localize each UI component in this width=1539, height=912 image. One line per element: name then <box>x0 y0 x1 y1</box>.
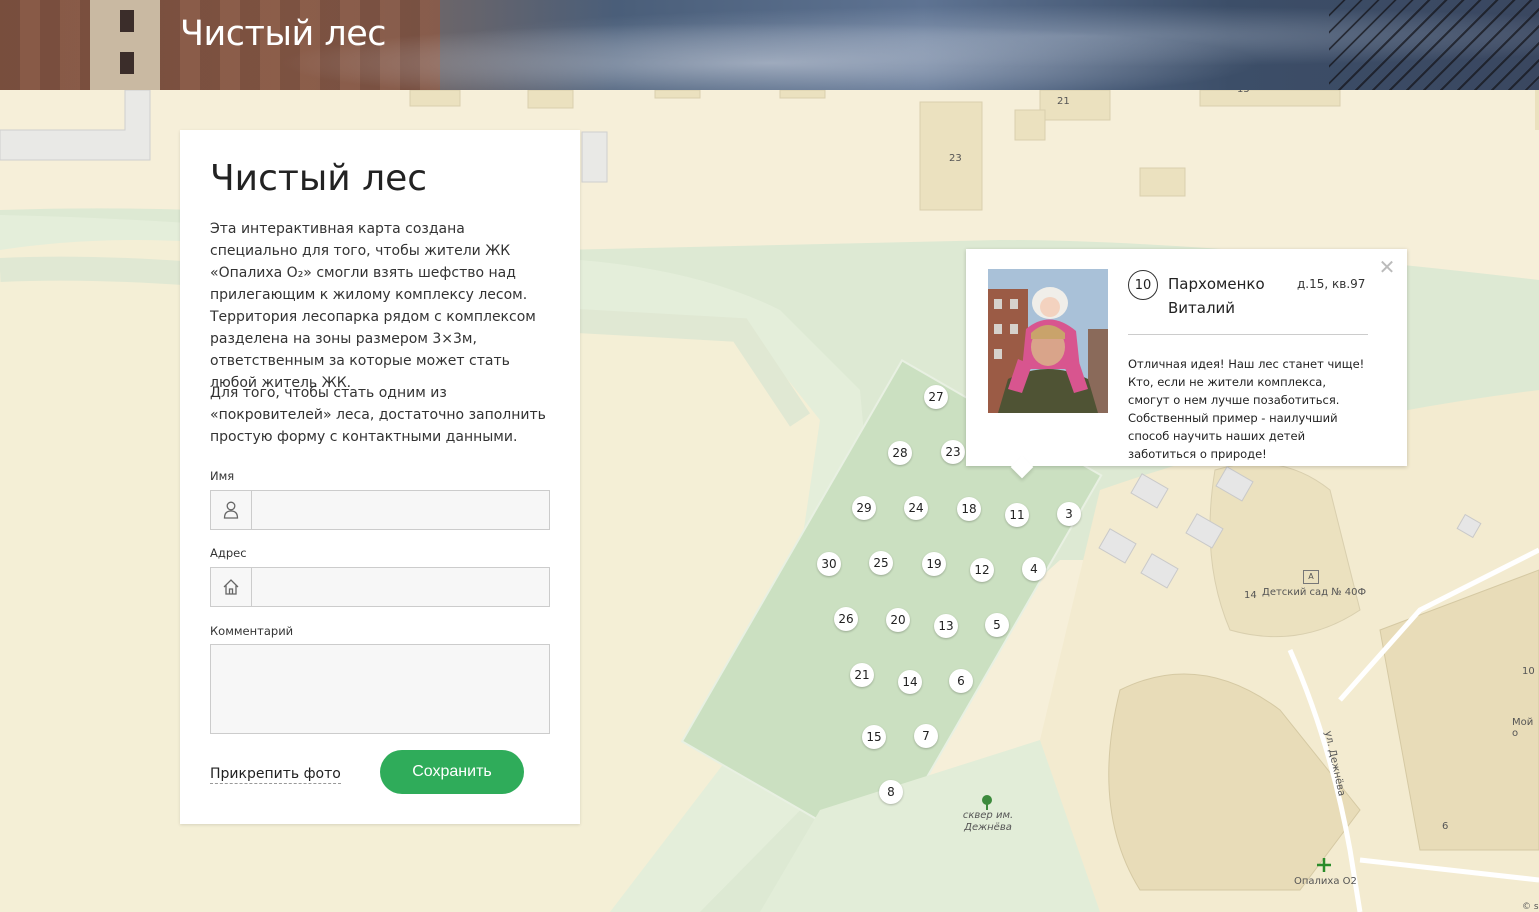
zone-marker[interactable]: 5 <box>985 613 1009 637</box>
comment-label: Комментарий <box>210 624 294 638</box>
zone-marker[interactable]: 24 <box>904 496 928 520</box>
zone-marker[interactable]: 19 <box>922 552 946 576</box>
zone-marker[interactable]: 11 <box>1005 503 1029 527</box>
owner-photo <box>988 269 1108 413</box>
attach-photo-link[interactable]: Прикрепить фото <box>210 766 341 784</box>
owner-address: д.15, кв.97 <box>1297 277 1366 291</box>
zone-marker[interactable]: 4 <box>1022 557 1046 581</box>
address-label: Адрес <box>210 546 247 560</box>
zone-marker[interactable]: 21 <box>850 663 874 687</box>
zone-marker[interactable]: 25 <box>869 551 893 575</box>
site-title[interactable]: Чистый лес <box>180 14 387 54</box>
park-label[interactable]: сквер им. Дежнёва <box>962 810 1014 834</box>
zone-marker[interactable]: 15 <box>862 725 886 749</box>
zone-marker[interactable]: 3 <box>1057 502 1081 526</box>
building-number: 10 <box>1522 666 1535 677</box>
zone-owner-popup: ✕ 10 Пархоменко Виталий д.15, кв.97 Отли… <box>966 249 1407 479</box>
station-label[interactable]: Опалиха О2 <box>1294 876 1357 887</box>
zone-marker[interactable]: 14 <box>898 670 922 694</box>
kindergarten-label[interactable]: Детский сад № 40Ф <box>1262 587 1366 598</box>
map-label: Мой о <box>1512 717 1534 739</box>
name-input[interactable] <box>252 491 549 529</box>
zone-marker[interactable]: 28 <box>888 441 912 465</box>
popup-divider <box>1128 334 1368 335</box>
owner-comment: Отличная идея! Наш лес станет чище! Кто,… <box>1128 357 1365 461</box>
name-label: Имя <box>210 469 235 483</box>
zone-marker[interactable]: 13 <box>934 614 958 638</box>
building-number: 14 <box>1244 590 1257 601</box>
comment-input[interactable] <box>211 645 549 733</box>
intro-text: Эта интерактивная карта создана специаль… <box>210 221 536 391</box>
building-number: 15 <box>1237 90 1250 95</box>
building-number: 21 <box>1057 96 1070 107</box>
zone-marker[interactable]: 26 <box>834 607 858 631</box>
name-field[interactable] <box>210 490 550 530</box>
zone-marker[interactable]: 23 <box>941 440 965 464</box>
address-field[interactable] <box>210 567 550 607</box>
zone-marker[interactable]: 7 <box>914 724 938 748</box>
info-form-panel: Чистый лес Эта интерактивная карта созда… <box>180 130 580 824</box>
zone-number-badge: 10 <box>1128 270 1158 300</box>
address-input[interactable] <box>252 568 549 606</box>
header-crane-image <box>1329 0 1539 90</box>
intro-text-2: Для того, чтобы стать одним из «покровит… <box>210 385 546 445</box>
zone-marker[interactable]: 6 <box>949 669 973 693</box>
owner-name: Пархоменко Виталий <box>1168 275 1265 317</box>
zone-marker[interactable]: 29 <box>852 496 876 520</box>
zone-marker[interactable]: 18 <box>957 497 981 521</box>
header-banner: Чистый лес <box>0 0 1539 90</box>
zone-marker[interactable]: 20 <box>886 608 910 632</box>
zone-marker[interactable]: 8 <box>879 780 903 804</box>
save-button[interactable]: Сохранить <box>380 750 524 794</box>
home-icon <box>211 568 252 606</box>
zone-marker[interactable]: 27 <box>924 385 948 409</box>
person-icon <box>211 491 252 529</box>
map-copyright[interactable]: © s <box>1522 902 1539 912</box>
zone-marker[interactable]: 30 <box>817 552 841 576</box>
zone-marker[interactable]: 12 <box>970 558 994 582</box>
close-icon[interactable]: ✕ <box>1377 257 1397 277</box>
building-number: 6 <box>1442 821 1449 832</box>
panel-title: Чистый лес <box>210 158 428 199</box>
kindergarten-icon: A <box>1303 570 1319 584</box>
comment-field[interactable] <box>210 644 550 734</box>
building-number: 23 <box>949 153 962 164</box>
